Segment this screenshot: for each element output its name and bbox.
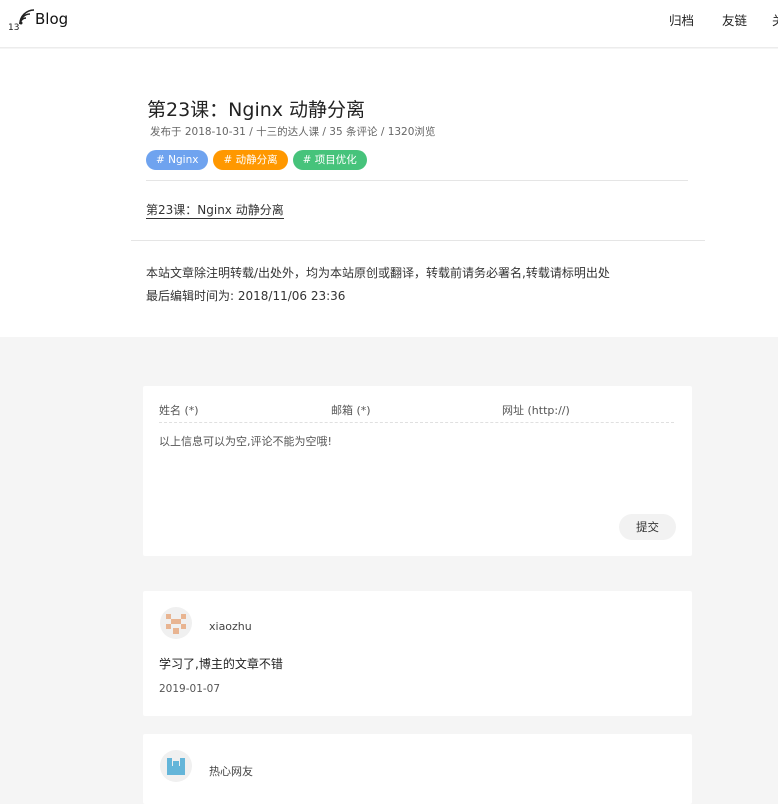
submit-button[interactable]: 提交 [619, 514, 676, 540]
comment-date: 2019-01-07 [159, 683, 221, 695]
nav-archive[interactable]: 归档 [669, 10, 694, 29]
avatar [160, 607, 192, 639]
divider [146, 180, 688, 181]
avatar [160, 750, 192, 782]
logo-number: 13 [8, 23, 20, 33]
article-title: 第23课：Nginx 动静分离 [147, 99, 366, 121]
logo-text: Blog [35, 10, 69, 28]
last-edit-time: 最后编辑时间为: 2018/11/06 23:36 [146, 289, 346, 303]
comment-textarea[interactable]: 以上信息可以为空,评论不能为空哦! [159, 433, 332, 449]
form-divider [159, 422, 674, 423]
article-meta: 发布于 2018-10-31 / 十三的达人课 / 35 条评论 / 1320浏… [150, 126, 436, 138]
tag-list: # Nginx # 动静分离 # 项目优化 [146, 148, 372, 170]
comment-text: 学习了,博主的文章不错 [159, 657, 283, 671]
tag-project-optimization[interactable]: # 项目优化 [292, 150, 367, 170]
identicon-icon [167, 758, 185, 775]
comment-author: 热心网友 [209, 765, 253, 778]
url-input[interactable]: 网址 (http://) [502, 402, 570, 418]
identicon-icon [166, 614, 186, 634]
nav-links[interactable]: 友链 [722, 10, 747, 29]
name-input[interactable]: 姓名 (*) [159, 402, 199, 418]
tag-nginx[interactable]: # Nginx [146, 150, 209, 170]
comment-form: 姓名 (*) 邮箱 (*) 网址 (http://) 以上信息可以为空,评论不能… [143, 386, 692, 556]
tag-static-dynamic[interactable]: # 动静分离 [213, 150, 288, 170]
divider [131, 240, 705, 241]
site-logo[interactable]: 13 Blog [8, 6, 78, 38]
comment-item: xiaozhu 学习了,博主的文章不错 2019-01-07 [143, 591, 692, 716]
comment-author: xiaozhu [209, 620, 252, 633]
copyright-notice: 本站文章除注明转载/出处外，均为本站原创或翻译，转载前请务必署名,转载请标明出处 [146, 266, 610, 280]
signal-icon [19, 9, 35, 25]
top-header: 13 Blog 归档 友链 关 [0, 0, 778, 48]
comment-item: 热心网友 [143, 734, 692, 804]
nav-about[interactable]: 关 [772, 10, 778, 29]
article-link[interactable]: 第23课：Nginx 动静分离 [146, 201, 284, 219]
article-card: 第23课：Nginx 动静分离 发布于 2018-10-31 / 十三的达人课 … [0, 49, 778, 337]
email-input[interactable]: 邮箱 (*) [331, 402, 371, 418]
